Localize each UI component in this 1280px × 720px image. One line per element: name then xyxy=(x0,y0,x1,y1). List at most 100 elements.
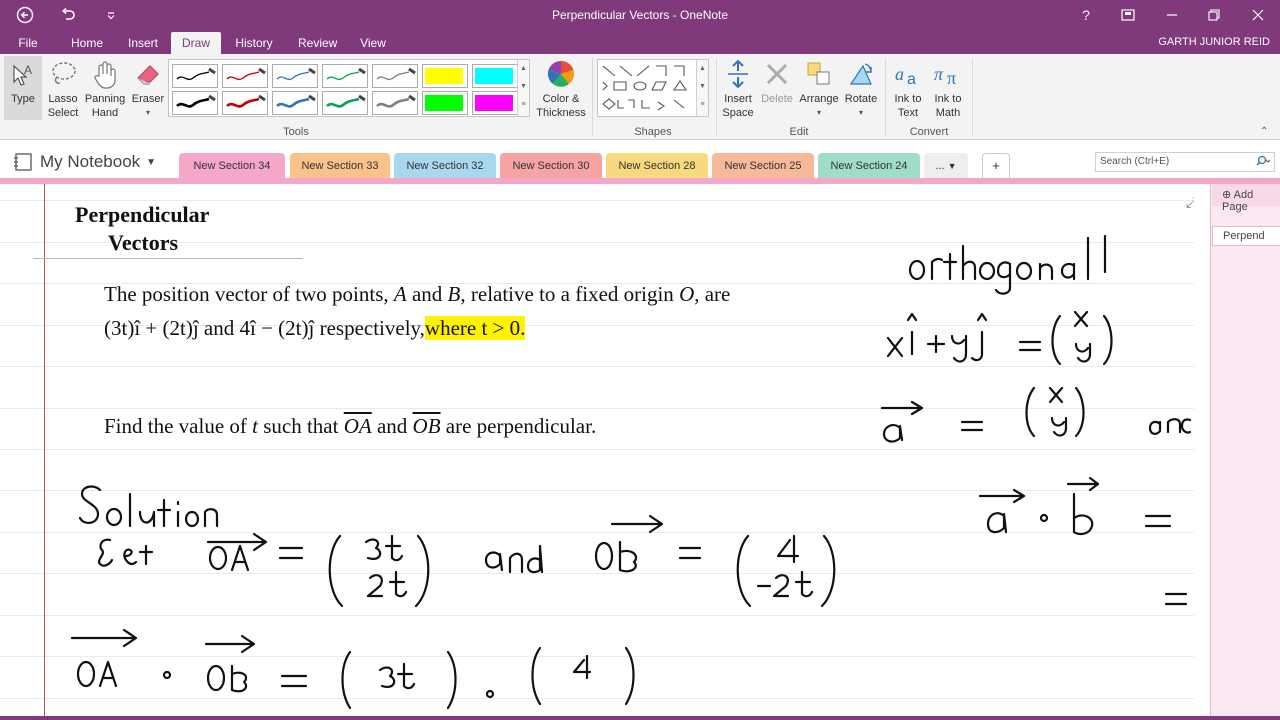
more-sections-dropdown-icon: ▼ xyxy=(947,161,957,171)
minimize-button[interactable] xyxy=(1158,4,1186,26)
restore-button[interactable] xyxy=(1200,4,1228,26)
section-tab-34[interactable]: New Section 34 xyxy=(179,153,285,180)
page-list-panel xyxy=(1210,184,1280,720)
ink-to-text-button[interactable]: aa Ink to Text xyxy=(888,58,928,120)
type-button[interactable]: A Type xyxy=(4,56,42,120)
highlighter-green[interactable] xyxy=(422,91,468,115)
section-tab-24[interactable]: New Section 24 xyxy=(818,153,920,180)
tab-file[interactable]: File xyxy=(18,34,38,54)
insert-space-button[interactable]: Insert Space xyxy=(718,58,758,120)
pen-gray-thin[interactable] xyxy=(372,64,418,88)
tools-group-label: Tools xyxy=(283,126,309,138)
pen-red-thin[interactable] xyxy=(222,64,268,88)
ink-let xyxy=(98,538,154,567)
svg-text:A: A xyxy=(24,63,32,77)
close-button[interactable] xyxy=(1244,4,1272,26)
color-thickness-button[interactable]: Color & Thickness xyxy=(535,58,587,120)
add-page-button[interactable]: ⊕ Add Page xyxy=(1212,184,1280,213)
delete-button[interactable]: Delete xyxy=(760,58,794,106)
ink-ob-equation xyxy=(594,514,836,608)
rotate-dropdown-icon[interactable]: ▾ xyxy=(842,106,880,120)
page-list-item[interactable]: Perpend xyxy=(1212,226,1280,246)
full-page-view-icon[interactable] xyxy=(1114,4,1142,26)
collapse-ribbon-icon[interactable]: ⌃ xyxy=(1260,126,1268,137)
rotate-button[interactable]: Rotate ▾ xyxy=(842,58,880,120)
color-wheel-icon xyxy=(547,60,575,87)
help-button[interactable]: ? xyxy=(1072,4,1100,26)
section-tab-25[interactable]: New Section 25 xyxy=(712,153,814,180)
insert-space-label: Insert Space xyxy=(722,93,754,119)
delete-icon xyxy=(766,63,788,85)
panning-hand-button[interactable]: Panning Hand xyxy=(83,58,127,120)
ribbon-separator xyxy=(885,58,886,136)
eraser-dropdown-icon[interactable]: ▾ xyxy=(130,106,166,120)
ink-unit-vector-equation xyxy=(886,310,1113,366)
type-cursor-icon: A xyxy=(13,63,32,86)
highlighter-yellow[interactable] xyxy=(422,64,468,88)
ink-oa-equation xyxy=(206,532,430,608)
eraser-label: Eraser xyxy=(131,93,165,105)
more-sections-button[interactable]: ... ▼ xyxy=(924,153,968,180)
ink-to-math-button[interactable]: ππ Ink to Math xyxy=(928,58,968,120)
svg-text:a: a xyxy=(895,64,904,84)
more-sections-label: ... xyxy=(935,160,945,172)
pen-green-thick[interactable] xyxy=(322,91,368,115)
notebook-name: My Notebook xyxy=(40,152,141,171)
tab-view[interactable]: View xyxy=(360,34,386,54)
color-thickness-label: Color & Thickness xyxy=(536,93,586,119)
tab-home[interactable]: Home xyxy=(70,34,104,54)
search-input[interactable]: Search (Ctrl+E) xyxy=(1095,152,1275,172)
section-tab-28[interactable]: New Section 28 xyxy=(606,153,708,180)
pen-black-thin[interactable] xyxy=(172,64,218,88)
pen-green-thin[interactable] xyxy=(322,64,368,88)
lasso-label: Lasso Select xyxy=(47,93,79,119)
add-section-button[interactable]: + xyxy=(982,153,1010,180)
eraser-icon xyxy=(137,65,159,85)
search-placeholder: Search (Ctrl+E) xyxy=(1100,156,1170,167)
ink-dot-product xyxy=(978,476,1188,606)
section-tab-33[interactable]: New Section 33 xyxy=(290,153,390,180)
pen-blue-thick[interactable] xyxy=(272,91,318,115)
search-icon[interactable] xyxy=(1254,155,1271,170)
svg-text:a: a xyxy=(907,71,916,88)
pen-black-thick[interactable] xyxy=(172,91,218,115)
highlighter-cyan[interactable] xyxy=(472,64,518,88)
bottom-bar xyxy=(0,716,1280,720)
ribbon-tabs: File Home Insert Draw History Review Vie… xyxy=(0,30,1280,54)
shapes-gallery[interactable]: ▲ ▼ ≡ xyxy=(597,59,709,117)
ribbon: A Type Lasso Select Panning Hand Eraser … xyxy=(0,54,1280,140)
highlighter-magenta[interactable] xyxy=(472,91,518,115)
tab-history[interactable]: History xyxy=(235,34,273,54)
section-tab-32[interactable]: New Section 32 xyxy=(394,153,496,180)
pen-blue-thin[interactable] xyxy=(272,64,318,88)
arrange-button[interactable]: Arrange ▾ xyxy=(798,58,840,120)
pen-red-thick[interactable] xyxy=(222,91,268,115)
notebook-icon xyxy=(14,153,32,171)
page-canvas[interactable]: Perpendicular Vectors ⤢ The position vec… xyxy=(0,184,1194,720)
ink-bottom-dot-product xyxy=(70,628,635,710)
ink-to-text-icon: aa xyxy=(895,64,916,88)
ribbon-separator xyxy=(716,58,717,136)
arrange-dropdown-icon[interactable]: ▾ xyxy=(798,106,840,120)
section-tab-30[interactable]: New Section 30 xyxy=(500,153,602,180)
tab-draw[interactable]: Draw xyxy=(171,32,221,54)
tab-insert[interactable]: Insert xyxy=(128,34,158,54)
ink-to-text-label: Ink to Text xyxy=(894,93,922,119)
shapes-scroll[interactable]: ▲ ▼ ≡ xyxy=(696,60,708,116)
pen-gallery-scroll[interactable]: ▲ ▼ ≡ xyxy=(517,60,529,116)
tab-review[interactable]: Review xyxy=(298,34,337,54)
ink-solution xyxy=(78,485,219,528)
lasso-select-button[interactable]: Lasso Select xyxy=(44,58,82,120)
notebook-dropdown-icon: ▼ xyxy=(146,156,157,168)
hand-icon xyxy=(94,61,116,89)
ink-to-math-label: Ink to Math xyxy=(934,93,962,119)
eraser-button[interactable]: Eraser ▾ xyxy=(130,58,166,120)
title-bar: Perpendicular Vectors - OneNote ? xyxy=(0,0,1280,30)
delete-label: Delete xyxy=(761,93,793,105)
rotate-label: Rotate xyxy=(844,93,878,105)
user-name[interactable]: GARTH JUNIOR REID xyxy=(1158,36,1270,48)
insert-space-icon xyxy=(728,59,748,89)
pen-gray-thick[interactable] xyxy=(372,91,418,115)
notebook-picker[interactable]: My Notebook ▼ xyxy=(12,152,156,172)
handwritten-ink[interactable] xyxy=(0,184,1194,720)
